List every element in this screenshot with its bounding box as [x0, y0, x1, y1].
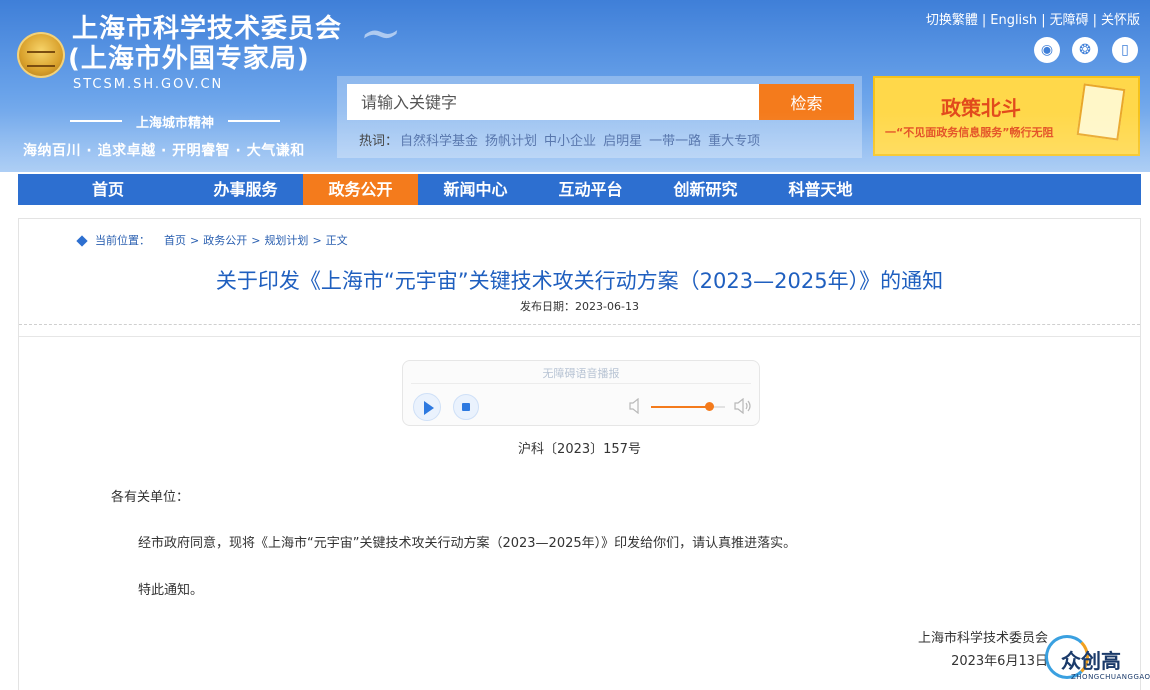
- document-number: 沪科〔2023〕157号: [518, 442, 641, 457]
- volume-slider[interactable]: [651, 402, 725, 411]
- volume-high-icon[interactable]: [734, 398, 752, 414]
- city-spirit-motto: 海纳百川 · 追求卓越 · 开明睿智 · 大气谦和: [23, 143, 305, 159]
- breadcrumb-home[interactable]: 首页: [164, 234, 186, 247]
- banner-title: 政策北斗: [941, 96, 1021, 120]
- city-emblem-icon: [17, 32, 65, 78]
- divider: [19, 324, 1140, 325]
- hot-word-link[interactable]: 中小企业: [544, 134, 596, 149]
- hot-word-link[interactable]: 自然科学基金: [400, 134, 478, 149]
- article-title: 关于印发《上海市“元宇宙”关键技术攻关行动方案（2023—2025年）》的通知: [215, 269, 944, 293]
- divider: [19, 336, 1140, 337]
- document-illustration-icon: [1076, 83, 1126, 141]
- breadcrumb-plans[interactable]: 规划计划: [264, 234, 308, 247]
- switch-traditional-link[interactable]: 切换繁體: [926, 13, 978, 28]
- hot-word-link[interactable]: 扬帆计划: [485, 134, 537, 149]
- audio-player: 无障碍语音播报: [402, 360, 760, 426]
- article-paragraph: 经市政府同意，现将《上海市“元宇宙”关键技术攻关行动方案（2023—2025年）…: [138, 536, 797, 551]
- calligraphy-decoration: ~: [353, 4, 409, 62]
- breadcrumb: 当前位置： 首页 > 政务公开 > 规划计划 > 正文: [75, 232, 348, 248]
- publish-date-label: 发布日期：: [520, 300, 576, 313]
- volume-low-icon[interactable]: [629, 398, 643, 414]
- city-spirit-heading: 上海城市精神: [70, 112, 280, 131]
- mobile-icon[interactable]: ▯: [1112, 37, 1138, 63]
- policy-banner[interactable]: 政策北斗 一“不见面政务信息服务”畅行无阻: [873, 76, 1140, 156]
- site-subtitle: (上海市外国专家局): [68, 44, 310, 74]
- english-link[interactable]: English: [990, 13, 1037, 28]
- hot-word-link[interactable]: 一带一路: [649, 134, 701, 149]
- audio-player-label: 无障碍语音播报: [542, 367, 620, 380]
- nav-item-gov-affairs[interactable]: 政务公开: [303, 174, 418, 205]
- accessibility-link[interactable]: 无障碍: [1050, 13, 1089, 28]
- search-button[interactable]: 检索: [759, 84, 854, 120]
- article-paragraph: 特此通知。: [138, 583, 204, 598]
- hot-words-label: 热词：: [359, 134, 399, 149]
- watermark-logo: 众创高 ZHONGCHUANGGAO: [1043, 633, 1150, 687]
- nav-item-science[interactable]: 科普天地: [763, 174, 878, 205]
- nav-item-services[interactable]: 办事服务: [188, 174, 303, 205]
- breadcrumb-gov-affairs[interactable]: 政务公开: [203, 234, 247, 247]
- article-panel: 当前位置： 首页 > 政务公开 > 规划计划 > 正文 关于印发《上海市“元宇宙”关键技术攻关…: [18, 218, 1141, 690]
- volume-fill: [651, 406, 709, 408]
- main-nav: 首页 办事服务 政务公开 新闻中心 互动平台 创新研究 科普天地: [18, 174, 1141, 205]
- weibo-icon[interactable]: ◉: [1034, 37, 1060, 63]
- publish-date: 发布日期：2023-06-13: [19, 298, 1140, 314]
- nav-item-interaction[interactable]: 互动平台: [533, 174, 648, 205]
- salutation: 各有关单位：: [111, 490, 190, 505]
- nav-item-news[interactable]: 新闻中心: [418, 174, 533, 205]
- stop-button[interactable]: [453, 394, 479, 420]
- volume-knob[interactable]: [704, 402, 714, 411]
- watermark-subtext: ZHONGCHUANGGAO: [1071, 673, 1150, 681]
- publish-date-value: 2023-06-13: [575, 300, 639, 313]
- divider: [411, 383, 751, 384]
- hot-words: 热词： 自然科学基金 扬帆计划 中小企业 启明星 一带一路 重大专项: [359, 130, 760, 149]
- care-version-link[interactable]: 关怀版: [1101, 13, 1140, 28]
- location-icon: [75, 234, 89, 248]
- search-input[interactable]: [347, 84, 759, 120]
- hot-word-link[interactable]: 重大专项: [708, 134, 760, 149]
- breadcrumb-label: 当前位置：: [95, 234, 150, 247]
- signer: 上海市科学技术委员会: [917, 631, 1048, 646]
- site-domain: STCSM.SH.GOV.CN: [73, 77, 224, 92]
- top-links: 切换繁體 | English | 无障碍 | 关怀版: [925, 13, 1140, 28]
- wechat-icon[interactable]: ❂: [1072, 37, 1098, 63]
- search-box: 检索 热词：自然科学基金扬帆计划中小企业启明星一带一路重大专项: [337, 76, 862, 158]
- site-title[interactable]: 上海市科学技术委员会: [72, 14, 342, 44]
- hot-word-link[interactable]: 启明星: [603, 134, 642, 149]
- sign-date: 2023年6月13日: [951, 654, 1048, 669]
- nav-item-innovation[interactable]: 创新研究: [648, 174, 763, 205]
- play-button[interactable]: [413, 393, 441, 421]
- watermark-text: 众创高: [1061, 649, 1121, 673]
- banner-subtitle: 一“不见面政务信息服务”畅行无阻: [885, 126, 1054, 139]
- nav-item-home[interactable]: 首页: [78, 174, 138, 205]
- site-header: 上海市科学技术委员会 (上海市外国专家局) STCSM.SH.GOV.CN ~ …: [0, 0, 1150, 172]
- breadcrumb-current: 正文: [325, 234, 348, 247]
